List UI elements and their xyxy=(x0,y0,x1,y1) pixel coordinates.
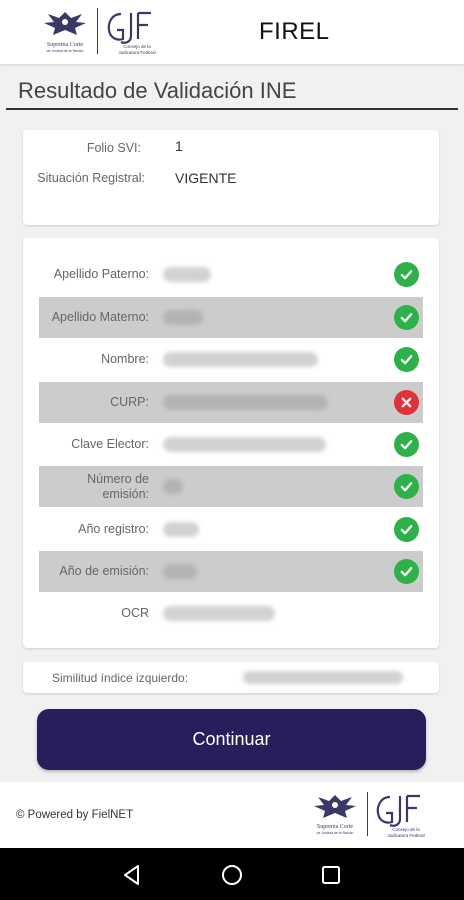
row-label: Apellido Materno: xyxy=(51,310,149,324)
app-title: FIREL xyxy=(259,18,330,45)
cjf-logo-line2: Judicatura Federal xyxy=(118,50,155,55)
app-header: Suprema Corte de Justicia de la Nación C… xyxy=(0,0,464,64)
footer-cjf-line1: Consejo de la xyxy=(392,827,420,832)
similitud-label: Similitud índice izquierdo: xyxy=(52,671,189,685)
footer-cjf-line2: Judicatura Federal xyxy=(387,833,424,838)
row-value-redacted xyxy=(163,352,318,367)
triangle-back-icon[interactable] xyxy=(119,862,145,888)
validation-row: Clave Elector: xyxy=(39,424,423,465)
row-value-redacted xyxy=(163,395,328,410)
x-circle-icon xyxy=(394,390,419,415)
situacion-value: VIGENTE xyxy=(175,170,237,186)
check-circle-icon xyxy=(394,517,419,542)
check-circle-icon xyxy=(394,347,419,372)
row-value-redacted xyxy=(163,564,197,579)
title-underline xyxy=(6,108,458,110)
footer-scjn-logo: Suprema Corte de Justicia de la Nación xyxy=(314,795,356,835)
validation-row: Nombre: xyxy=(39,339,423,380)
row-label: Nombre: xyxy=(101,352,149,366)
powered-by-text: © Powered by FielNET xyxy=(16,809,134,821)
cjf-logo-line1: Consejo de la xyxy=(123,44,151,49)
similitud-value-redacted xyxy=(243,671,403,684)
system-nav-bar xyxy=(0,848,464,900)
row-label: OCR xyxy=(121,606,149,620)
scjn-logo-line1: Suprema Corte xyxy=(47,42,83,48)
validation-row: OCR xyxy=(39,593,423,634)
similitud-card: Similitud índice izquierdo: xyxy=(23,662,439,693)
validation-row: Número de emisión: xyxy=(39,466,423,507)
check-circle-icon xyxy=(394,262,419,287)
footer-scjn-line1: Suprema Corte xyxy=(317,824,353,830)
situacion-label: Situación Registral: xyxy=(37,171,145,185)
row-value-redacted xyxy=(163,522,199,537)
footer-scjn-line2: de Justicia de la Nación xyxy=(317,831,354,835)
row-value-redacted xyxy=(163,606,275,621)
logo-divider xyxy=(97,8,98,54)
scjn-logo-line2: de Justicia de la Nación xyxy=(47,49,84,53)
registro-card: Folio SVI: 1 Situación Registral: VIGENT… xyxy=(23,130,439,225)
row-value-redacted xyxy=(163,267,211,282)
folio-value: 1 xyxy=(175,138,183,154)
folio-label: Folio SVI: xyxy=(86,141,141,155)
row-label: Apellido Paterno: xyxy=(53,267,149,281)
validation-row: Apellido Materno: xyxy=(39,297,423,338)
row-label: Año de emisión: xyxy=(59,564,149,578)
row-label: CURP: xyxy=(110,395,149,409)
scjn-logo: Suprema Corte de Justicia de la Nación xyxy=(44,12,86,53)
check-circle-icon xyxy=(394,474,419,499)
continuar-button[interactable]: Continuar xyxy=(37,709,426,770)
validation-row: Año de emisión: xyxy=(39,551,423,592)
footer-cjf-logo: Consejo de la Judicatura Federal xyxy=(376,794,425,838)
validation-row: CURP: xyxy=(39,382,423,423)
row-value-redacted xyxy=(163,437,326,452)
footer: © Powered by FielNET Suprema Corte de Ju… xyxy=(0,782,464,848)
check-circle-icon xyxy=(394,305,419,330)
row-label: Clave Elector: xyxy=(71,437,149,451)
check-circle-icon xyxy=(394,432,419,457)
row-label: Año registro: xyxy=(78,522,149,536)
cjf-logo: Consejo de la Judicatura Federal xyxy=(107,11,156,55)
square-recents-icon[interactable] xyxy=(318,862,344,888)
check-circle-icon xyxy=(394,559,419,584)
circle-home-icon[interactable] xyxy=(219,862,245,888)
row-value-redacted xyxy=(163,479,183,494)
row-label: Número de emisión: xyxy=(87,471,149,501)
footer-logo-divider xyxy=(367,792,368,836)
validation-row: Apellido Paterno: xyxy=(39,254,423,295)
page-title: Resultado de Validación INE xyxy=(18,78,297,103)
row-value-redacted xyxy=(163,310,203,325)
validation-row: Año registro: xyxy=(39,509,423,550)
